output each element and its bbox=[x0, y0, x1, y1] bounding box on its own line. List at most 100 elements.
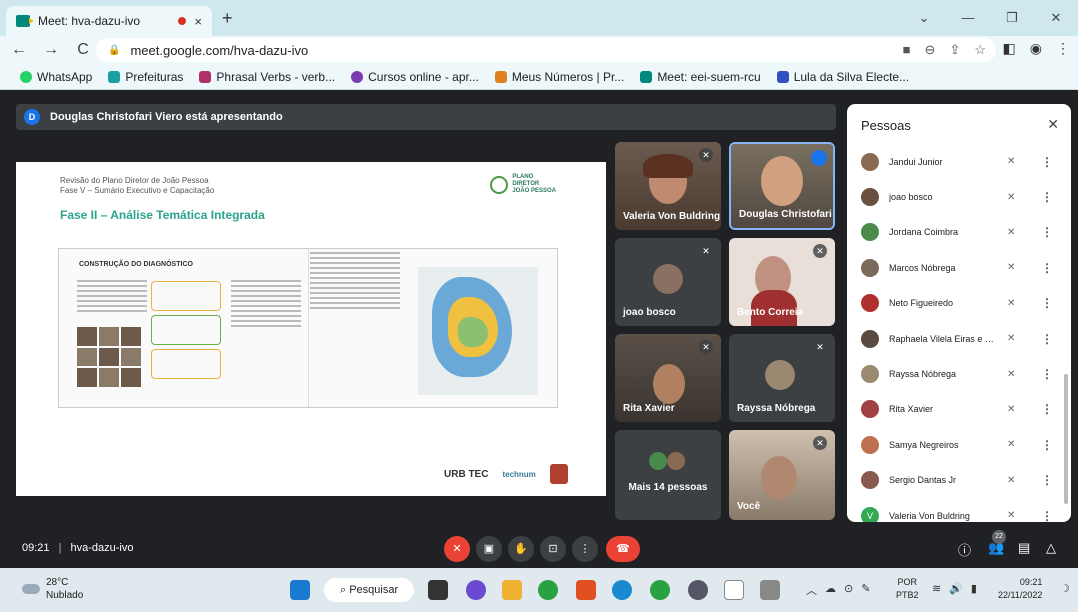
file-explorer-icon[interactable] bbox=[502, 580, 522, 600]
zoom-icon[interactable]: ⊖ bbox=[925, 42, 936, 58]
mic-off-icon: ✕ bbox=[1007, 510, 1016, 522]
share-icon[interactable]: ⇪ bbox=[949, 42, 960, 58]
info-icon[interactable]: ⓘ bbox=[958, 540, 971, 559]
tile-you[interactable]: ✕ Você bbox=[729, 430, 835, 520]
participant-name: Samya Negreiros bbox=[889, 439, 959, 450]
wifi-icon[interactable]: ≋ bbox=[932, 582, 941, 595]
more-options-icon[interactable]: ⋮ bbox=[1041, 402, 1053, 416]
start-icon[interactable] bbox=[290, 580, 310, 600]
pen-icon[interactable]: ✎ bbox=[861, 582, 870, 598]
city-map bbox=[418, 267, 538, 395]
shared-slide: Revisão do Plano Diretor de João Pessoa … bbox=[16, 162, 606, 496]
tile-valeria[interactable]: ✕ Valeria Von Buldring bbox=[615, 142, 721, 230]
tab-close-button[interactable]: × bbox=[194, 14, 202, 29]
avatar bbox=[861, 365, 879, 384]
more-options-icon[interactable]: ⋮ bbox=[1041, 261, 1053, 275]
participant-row[interactable]: Raphaela Vilela Eiras e Pai... ✕ ⋮ bbox=[847, 321, 1071, 356]
bookmark-meus-numeros[interactable]: Meus Números | Pr... bbox=[494, 70, 624, 84]
more-options-icon[interactable]: ⋮ bbox=[1041, 190, 1053, 204]
mic-off-icon: ✕ bbox=[699, 340, 713, 354]
clock[interactable]: 09:21 22/11/2022 bbox=[998, 576, 1042, 602]
notification-icon[interactable]: ☽ bbox=[1060, 582, 1070, 595]
more-options-icon[interactable]: ⋮ bbox=[1041, 509, 1053, 522]
restore-button[interactable]: ❐ bbox=[990, 0, 1034, 36]
people-list: Jandui Junior ✕ ⋮ joao bosco ✕ ⋮ Jordana Coimb… bbox=[847, 144, 1071, 522]
tile-rita-xavier[interactable]: ✕ Rita Xavier bbox=[615, 334, 721, 422]
close-panel-button[interactable]: ✕ bbox=[1047, 116, 1059, 133]
profile-icon[interactable]: ◉ bbox=[1030, 40, 1042, 57]
office-icon[interactable] bbox=[576, 580, 596, 600]
participant-row[interactable]: Neto Figueiredo ✕ ⋮ bbox=[847, 286, 1071, 321]
address-bar[interactable]: 🔒 meet.google.com/hva-dazu-ivo ■ ⊖ ⇪ ☆ bbox=[96, 38, 996, 62]
mic-toggle-button[interactable]: ✕ bbox=[444, 536, 470, 562]
logo-circle-icon bbox=[490, 175, 509, 194]
camera-icon[interactable]: ■ bbox=[903, 42, 911, 58]
more-options-icon[interactable]: ⋮ bbox=[1041, 225, 1053, 239]
bookmark-prefeituras[interactable]: Prefeituras bbox=[108, 70, 183, 84]
language-indicator[interactable]: POR PTB2 bbox=[896, 576, 919, 602]
chrome-icon[interactable] bbox=[538, 580, 558, 600]
mic-off-icon: ✕ bbox=[699, 148, 713, 162]
usb-icon[interactable] bbox=[760, 580, 780, 600]
more-options-button[interactable]: ⋮ bbox=[572, 536, 598, 562]
task-view-icon[interactable] bbox=[428, 580, 448, 600]
edge-icon[interactable] bbox=[612, 580, 632, 600]
participant-row[interactable]: Rayssa Nóbrega ✕ ⋮ bbox=[847, 356, 1071, 391]
side-panel-icon[interactable]: ◧ bbox=[1003, 40, 1016, 57]
more-options-icon[interactable]: ⋮ bbox=[1041, 438, 1053, 452]
tray-chevron-icon[interactable]: ︿ bbox=[806, 582, 817, 598]
more-options-icon[interactable]: ⋮ bbox=[1041, 367, 1053, 381]
chrome-active-icon[interactable] bbox=[650, 580, 670, 600]
forward-button[interactable]: → bbox=[38, 41, 64, 59]
tab-search-button[interactable]: ⌄ bbox=[902, 0, 946, 36]
camera-toggle-button[interactable]: ▣ bbox=[476, 536, 502, 562]
bookmark-meet[interactable]: Meet: eei-suem-rcu bbox=[640, 70, 761, 84]
tile-douglas[interactable]: Douglas Christofari bbox=[729, 142, 835, 230]
minimize-button[interactable]: — bbox=[946, 0, 990, 36]
more-options-icon[interactable]: ⋮ bbox=[1041, 296, 1053, 310]
leave-call-button[interactable]: ☎ bbox=[606, 536, 640, 562]
bookmark-cursos-online[interactable]: Cursos online - apr... bbox=[351, 70, 479, 84]
more-options-icon[interactable]: ⋮ bbox=[1041, 155, 1053, 169]
browser-tab[interactable]: Meet: hva-dazu-ivo × bbox=[6, 6, 212, 36]
new-tab-button[interactable]: + bbox=[222, 8, 233, 29]
chat-icon[interactable]: ▤ bbox=[1018, 540, 1030, 556]
more-options-icon[interactable]: ⋮ bbox=[1041, 332, 1053, 346]
participant-row[interactable]: Marcos Nóbrega ✕ ⋮ bbox=[847, 250, 1071, 285]
bookmark-lula[interactable]: Lula da Silva Electe... bbox=[776, 70, 909, 84]
notepad-icon[interactable] bbox=[724, 580, 744, 600]
activities-icon[interactable]: △ bbox=[1046, 540, 1056, 556]
bookmark-whatsapp[interactable]: WhatsApp bbox=[20, 70, 92, 84]
volume-icon[interactable]: 🔊 bbox=[949, 582, 963, 595]
tab-strip: Meet: hva-dazu-ivo × + ⌄ — ❐ ✕ bbox=[0, 0, 1078, 36]
participant-row[interactable]: Rita Xavier ✕ ⋮ bbox=[847, 392, 1071, 427]
present-button[interactable]: ⊡ bbox=[540, 536, 566, 562]
onedrive-icon[interactable]: ☁ bbox=[825, 582, 836, 598]
settings-icon[interactable] bbox=[688, 580, 708, 600]
menu-icon[interactable]: ⋮ bbox=[1056, 40, 1070, 57]
reload-button[interactable]: C bbox=[70, 41, 96, 59]
more-options-icon[interactable]: ⋮ bbox=[1041, 473, 1053, 487]
search-box[interactable]: ⌕ Pesquisar bbox=[324, 578, 414, 602]
chat-app-icon[interactable] bbox=[466, 580, 486, 600]
raise-hand-button[interactable]: ✋ bbox=[508, 536, 534, 562]
close-window-button[interactable]: ✕ bbox=[1034, 0, 1078, 36]
back-button[interactable]: ← bbox=[6, 41, 32, 59]
tile-joao-bosco[interactable]: ✕ joao bosco bbox=[615, 238, 721, 326]
participant-row[interactable]: Sergio Dantas Jr ✕ ⋮ bbox=[847, 463, 1071, 498]
participant-row[interactable]: Jandui Junior ✕ ⋮ bbox=[847, 144, 1071, 179]
tile-bento-correia[interactable]: ✕ Bento Correia bbox=[729, 238, 835, 326]
bookmark-phrasal-verbs[interactable]: Phrasal Verbs - verb... bbox=[199, 70, 335, 84]
tile-rayssa-nobrega[interactable]: ✕ Rayssa Nóbrega bbox=[729, 334, 835, 422]
tile-more-people[interactable]: Mais 14 pessoas bbox=[615, 430, 721, 520]
participant-row[interactable]: joao bosco ✕ ⋮ bbox=[847, 179, 1071, 214]
participant-row[interactable]: Jordana Coimbra ✕ ⋮ bbox=[847, 215, 1071, 250]
people-scrollbar[interactable] bbox=[1064, 374, 1068, 504]
weather-widget[interactable]: 28°C Nublado bbox=[22, 576, 83, 602]
participant-row[interactable]: V Valeria Von Buldring ✕ ⋮ bbox=[847, 498, 1071, 522]
avatar bbox=[861, 152, 879, 171]
battery-icon[interactable]: ▮ bbox=[971, 582, 977, 595]
participant-row[interactable]: Samya Negreiros ✕ ⋮ bbox=[847, 427, 1071, 462]
defender-icon[interactable]: ⊙ bbox=[844, 582, 853, 598]
bookmark-star-icon[interactable]: ☆ bbox=[974, 42, 986, 58]
